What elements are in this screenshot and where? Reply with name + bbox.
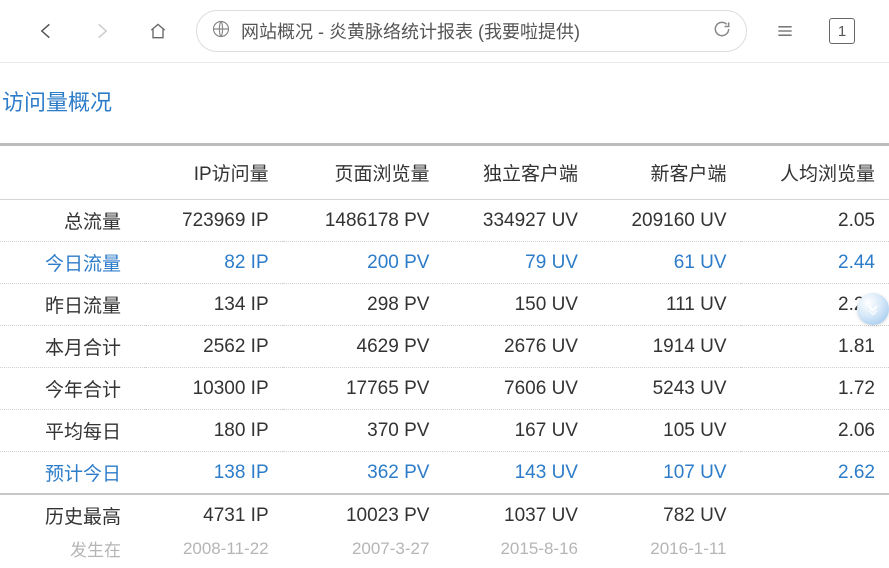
cell [741,494,889,536]
cell: 150 UV [443,284,592,326]
table-row: 平均每日180 IP370 PV167 UV105 UV2.06 [0,410,889,452]
table-row: 昨日流量134 IP298 PV150 UV111 UV2.22 [0,284,889,326]
table-row: 本月合计2562 IP4629 PV2676 UV1914 UV1.81 [0,326,889,368]
cell: 1037 UV [443,494,592,536]
history-date-row: 发生在2008-11-222007-3-272015-8-162016-1-11 [0,536,889,568]
cell: 1.81 [741,326,889,368]
cell: 1486178 PV [283,200,444,242]
tab-count: 1 [838,23,846,40]
cell: 200 PV [283,242,444,284]
cell: 370 PV [283,410,444,452]
cell: 138 IP [145,452,283,495]
cell: 105 UV [592,410,741,452]
cell: 2.62 [741,452,889,495]
cell: 4629 PV [283,326,444,368]
col-header: IP访问量 [145,145,283,200]
row-label: 历史最高 [0,494,145,536]
cell: 2.06 [741,410,889,452]
back-button[interactable] [18,3,74,59]
traffic-table: IP访问量 页面浏览量 独立客户端 新客户端 人均浏览量 总流量723969 I… [0,143,889,568]
cell: 2008-11-22 [145,536,283,568]
cell: 4731 IP [145,494,283,536]
cell: 1914 UV [592,326,741,368]
table-row[interactable]: 预计今日138 IP362 PV143 UV107 UV2.62 [0,452,889,495]
table-row[interactable]: 今日流量82 IP200 PV79 UV61 UV2.44 [0,242,889,284]
cell: 209160 UV [592,200,741,242]
cell: 1.72 [741,368,889,410]
table-row: 总流量723969 IP1486178 PV334927 UV209160 UV… [0,200,889,242]
page-content: 访问量概况 IP访问量 页面浏览量 独立客户端 新客户端 人均浏览量 总流量72… [0,63,889,568]
cell: 2007-3-27 [283,536,444,568]
history-high-row: 历史最高4731 IP10023 PV1037 UV782 UV [0,494,889,536]
cell: 134 IP [145,284,283,326]
cell: 298 PV [283,284,444,326]
table-row: 今年合计10300 IP17765 PV7606 UV5243 UV1.72 [0,368,889,410]
cell: 111 UV [592,284,741,326]
row-label: 本月合计 [0,326,145,368]
cell: 10023 PV [283,494,444,536]
cell: 82 IP [145,242,283,284]
row-label: 发生在 [0,536,145,568]
row-label: 今日流量 [0,242,145,284]
cell: 362 PV [283,452,444,495]
col-header: 页面浏览量 [283,145,444,200]
cell: 10300 IP [145,368,283,410]
cell: 2016-1-11 [592,536,741,568]
col-header: 人均浏览量 [741,145,889,200]
scroll-down-button[interactable] [857,293,889,325]
cell: 723969 IP [145,200,283,242]
cell: 782 UV [592,494,741,536]
browser-toolbar: 网站概况 - 炎黄脉络统计报表 (我要啦提供) 1 [0,0,889,63]
globe-icon [211,19,231,44]
row-label: 今年合计 [0,368,145,410]
table-header-row: IP访问量 页面浏览量 独立客户端 新客户端 人均浏览量 [0,145,889,200]
cell: 79 UV [443,242,592,284]
cell: 61 UV [592,242,741,284]
cell: 167 UV [443,410,592,452]
address-bar[interactable]: 网站概况 - 炎黄脉络统计报表 (我要啦提供) [196,10,747,52]
cell: 2015-8-16 [443,536,592,568]
home-button[interactable] [130,3,186,59]
cell: 7606 UV [443,368,592,410]
cell: 180 IP [145,410,283,452]
page-title: 网站概况 - 炎黄脉络统计报表 (我要啦提供) [241,18,702,44]
tabs-button[interactable]: 1 [829,18,855,44]
row-label: 预计今日 [0,452,145,495]
cell [741,536,889,568]
section-title: 访问量概况 [0,85,889,117]
cell: 334927 UV [443,200,592,242]
cell: 2.44 [741,242,889,284]
cell: 5243 UV [592,368,741,410]
col-header [0,145,145,200]
row-label: 昨日流量 [0,284,145,326]
col-header: 独立客户端 [443,145,592,200]
forward-button[interactable] [74,3,130,59]
cell: 143 UV [443,452,592,495]
cell: 107 UV [592,452,741,495]
col-header: 新客户端 [592,145,741,200]
cell: 17765 PV [283,368,444,410]
cell: 2562 IP [145,326,283,368]
reload-button[interactable] [712,19,732,44]
row-label: 总流量 [0,200,145,242]
menu-button[interactable] [757,3,813,59]
cell: 2676 UV [443,326,592,368]
row-label: 平均每日 [0,410,145,452]
cell: 2.05 [741,200,889,242]
